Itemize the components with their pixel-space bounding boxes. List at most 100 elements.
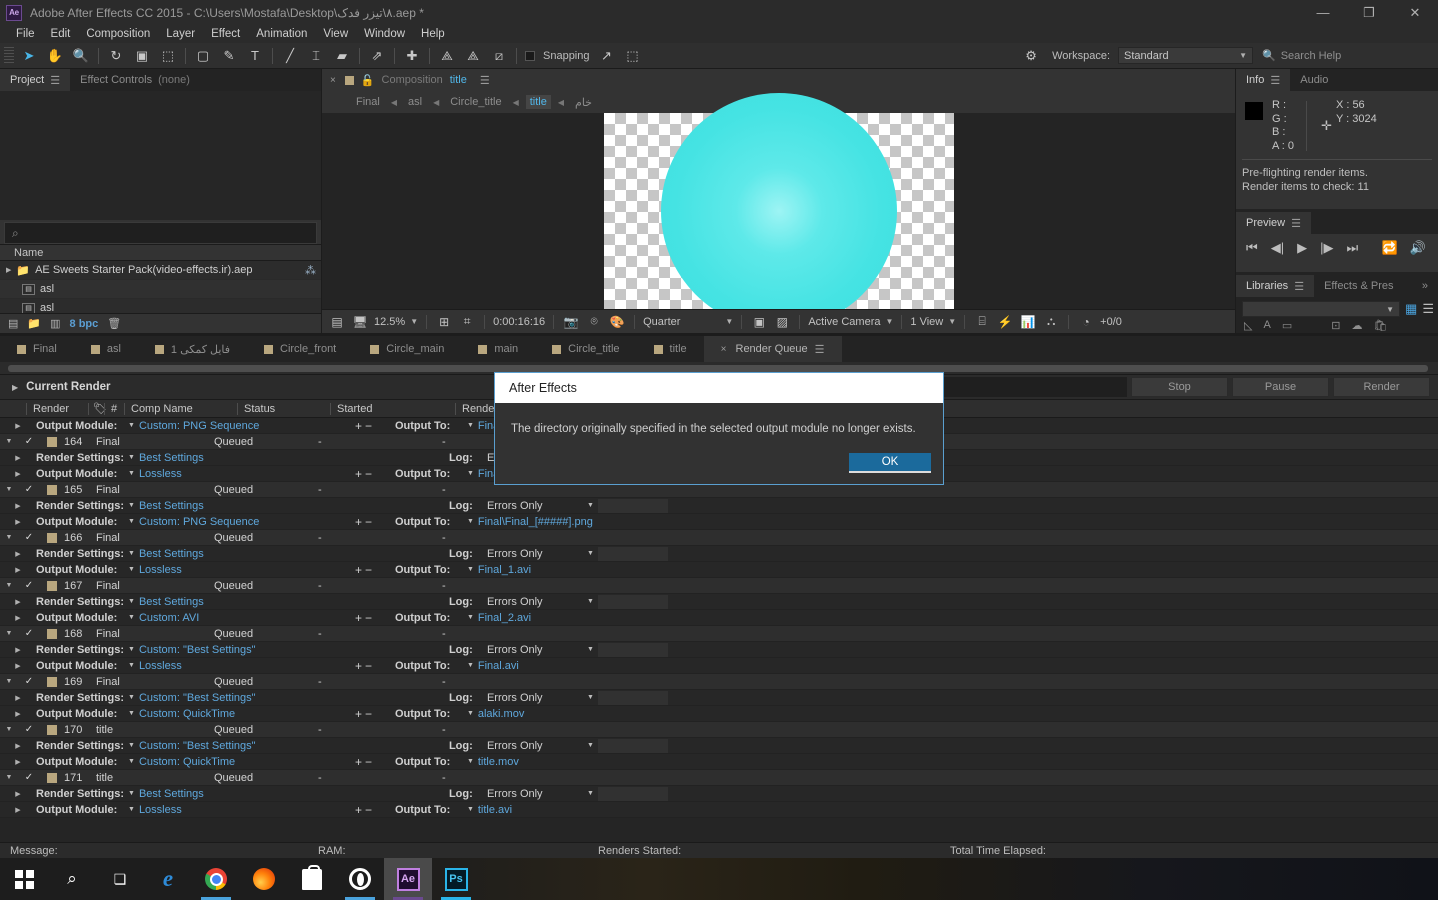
chevron-down-icon[interactable]: ▼ xyxy=(128,710,135,717)
output-module-row[interactable]: ▶Output Module: ▼ Lossless+−Output To: ▼ Fin… xyxy=(0,658,1438,674)
chevron-down-icon[interactable]: ▼ xyxy=(885,317,893,326)
menu-animation[interactable]: Animation xyxy=(248,25,315,43)
menu-layer[interactable]: Layer xyxy=(158,25,203,43)
label-color-swatch[interactable] xyxy=(40,484,64,495)
selection-tool-icon[interactable]: ➤ xyxy=(16,44,42,68)
chevron-down-icon[interactable]: ▼ xyxy=(128,662,135,669)
eraser-tool-icon[interactable]: ▰ xyxy=(329,44,355,68)
ok-button[interactable]: OK xyxy=(849,453,931,473)
render-settings-row[interactable]: ▶Render Settings:▼Best SettingsLog:Error… xyxy=(0,546,1438,562)
label-color-swatch[interactable] xyxy=(40,772,64,783)
chevron-down-icon[interactable]: ▼ xyxy=(128,694,135,701)
chevron-down-icon[interactable]: ▼ xyxy=(128,470,135,477)
render-checkbox[interactable]: ✓ xyxy=(18,676,40,687)
timeline-tab-circle-main[interactable]: Circle_main xyxy=(353,336,461,362)
chevron-down-icon[interactable]: ▼ xyxy=(467,470,474,477)
zoom-level[interactable]: 12.5% xyxy=(374,316,405,328)
expand-triangle-icon[interactable]: ▶ xyxy=(0,550,36,558)
label-color-swatch[interactable] xyxy=(40,436,64,447)
new-folder-icon[interactable]: 📁 xyxy=(27,317,41,330)
output-module-row[interactable]: ▶Output Module: ▼ Lossless+−Output To: ▼ Fin… xyxy=(0,562,1438,578)
shape-a-icon[interactable]: ◺ xyxy=(1244,319,1252,332)
new-comp-icon[interactable]: ▤ xyxy=(8,317,18,330)
menu-composition[interactable]: Composition xyxy=(78,25,158,43)
chevron-down-icon[interactable]: ▼ xyxy=(128,518,135,525)
chevron-down-icon[interactable]: ▼ xyxy=(128,502,135,509)
view-layout-value[interactable]: 1 View xyxy=(910,316,943,328)
render-checkbox[interactable]: ✓ xyxy=(18,580,40,591)
shape-tool-icon[interactable]: ▢ xyxy=(190,44,216,68)
brush-tool-icon[interactable]: ╱ xyxy=(277,44,303,68)
last-frame-icon[interactable]: ⏭ xyxy=(1346,240,1358,256)
expand-triangle-icon[interactable]: ▶ xyxy=(0,614,36,622)
bit-depth-label[interactable]: 8 bpc xyxy=(70,318,99,330)
pen-tool-icon[interactable]: ✎ xyxy=(216,44,242,68)
tab-libraries[interactable]: Libraries ☰ xyxy=(1236,275,1315,297)
render-settings-value[interactable]: Best Settings xyxy=(139,452,449,464)
rect-icon[interactable]: ▭ xyxy=(1282,319,1292,332)
taskbar-search-button[interactable]: ⌕ xyxy=(48,858,96,900)
label-color-swatch[interactable] xyxy=(40,676,64,687)
log-field[interactable] xyxy=(597,594,668,609)
tab-audio[interactable]: Audio xyxy=(1290,69,1339,91)
log-field[interactable] xyxy=(597,786,668,801)
output-to-value[interactable]: Final_1.avi xyxy=(478,564,531,576)
cloud-icon[interactable]: ☁ xyxy=(1351,319,1362,332)
chevron-down-icon[interactable]: ▼ xyxy=(128,758,135,765)
output-module-value[interactable]: Custom: QuickTime xyxy=(139,708,355,720)
library-select[interactable]: ▼ xyxy=(1242,301,1401,317)
composition-tab[interactable]: × 🔓 Composition title ☰ xyxy=(322,69,1235,91)
column-number[interactable]: # xyxy=(104,402,124,415)
resolution-value[interactable]: Quarter xyxy=(643,316,680,328)
tab-preview[interactable]: Preview ☰ xyxy=(1236,212,1311,234)
chevron-down-icon[interactable]: ▼ xyxy=(467,662,474,669)
log-value[interactable]: Errors Only xyxy=(487,500,587,512)
list-item[interactable]: ▤ asl xyxy=(0,280,321,299)
snap-to-icon[interactable]: ↗ xyxy=(594,44,620,68)
collapse-triangle-icon[interactable]: ▼ xyxy=(0,486,18,493)
zoom-tool-icon[interactable]: 🔍 xyxy=(68,44,94,68)
taskbar-after-effects[interactable]: Ae xyxy=(384,858,432,900)
composition-canvas[interactable] xyxy=(603,93,954,329)
label-color-swatch[interactable] xyxy=(40,628,64,639)
label-color-swatch[interactable] xyxy=(40,580,64,591)
expand-triangle-icon[interactable]: ▶ xyxy=(0,790,36,798)
bag-icon[interactable]: 🛍 xyxy=(1373,319,1387,332)
breadcrumb-item-circle-title[interactable]: Circle_title xyxy=(446,95,505,109)
reset-exposure-icon[interactable]: ◔ xyxy=(1077,314,1095,330)
tab-effect-controls[interactable]: Effect Controls (none) xyxy=(70,69,200,91)
render-settings-value[interactable]: Best Settings xyxy=(139,548,449,560)
chevron-down-icon[interactable]: ▼ xyxy=(410,317,418,326)
list-item[interactable]: ▶ 📁 AE Sweets Starter Pack(video-effects… xyxy=(0,261,321,280)
next-frame-icon[interactable]: |▶ xyxy=(1320,240,1333,256)
collapse-triangle-icon[interactable]: ▼ xyxy=(0,774,18,781)
column-started[interactable]: Started xyxy=(330,402,455,415)
chevron-down-icon[interactable]: ▼ xyxy=(467,566,474,573)
log-value[interactable]: Errors Only xyxy=(487,788,587,800)
show-snapshot-icon[interactable]: ⌾ xyxy=(585,314,603,330)
render-settings-row[interactable]: ▶Render Settings:▼Best SettingsLog:Error… xyxy=(0,594,1438,610)
chevron-down-icon[interactable]: ▼ xyxy=(467,614,474,621)
chevron-down-icon[interactable]: ▼ xyxy=(948,317,956,326)
panel-menu-icon[interactable]: ☰ xyxy=(815,343,825,356)
output-to-value[interactable]: alaki.mov xyxy=(478,708,524,720)
render-settings-row[interactable]: ▶ Render Settings: ▼ Custom: "Best Settings… xyxy=(0,690,1438,706)
render-queue-item-row[interactable]: ▼ ✓ 167 Final Queued - - xyxy=(0,578,1438,594)
char-icon[interactable]: A xyxy=(1263,319,1270,332)
timeline-tab-title[interactable]: title xyxy=(637,336,704,362)
expand-triangle-icon[interactable]: ▶ xyxy=(0,598,36,606)
exposure-counter[interactable]: +0/0 xyxy=(1100,316,1122,328)
taskbar-chrome[interactable] xyxy=(192,858,240,900)
taskbar-photoshop[interactable]: Ps xyxy=(432,858,480,900)
delete-icon[interactable]: 🗑 xyxy=(107,317,121,330)
chevron-down-icon[interactable]: ▼ xyxy=(128,598,135,605)
camera-view-value[interactable]: Active Camera xyxy=(808,316,880,328)
region-of-interest-icon[interactable]: ⌗ xyxy=(458,314,476,330)
minimize-button[interactable]: — xyxy=(1300,0,1346,25)
render-settings-value[interactable]: Best Settings xyxy=(139,500,449,512)
output-module-value[interactable]: Lossless xyxy=(139,564,355,576)
camera-tool-icon[interactable]: ▣ xyxy=(129,44,155,68)
chevron-down-icon[interactable]: ▼ xyxy=(587,694,594,701)
stop-button[interactable]: Stop xyxy=(1131,377,1228,397)
chevron-down-icon[interactable]: ▼ xyxy=(587,550,594,557)
